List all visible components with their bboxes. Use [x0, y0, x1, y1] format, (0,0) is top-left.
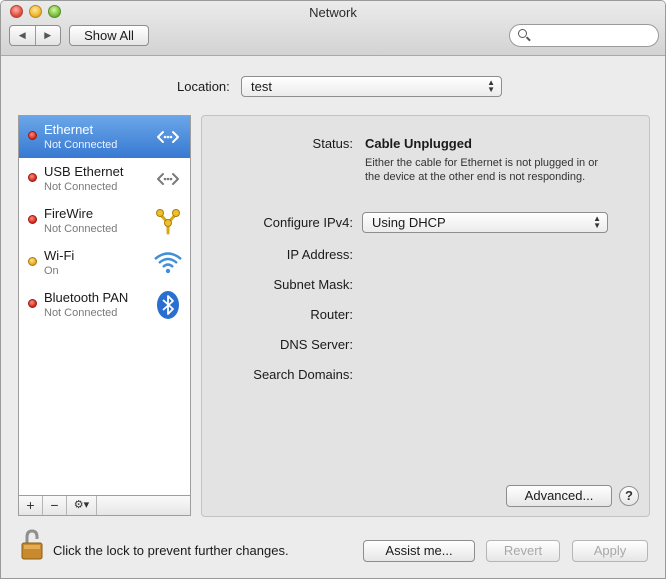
status-value: Cable Unplugged — [365, 136, 472, 151]
forward-icon[interactable]: ▶ — [36, 26, 61, 45]
configure-ipv4-value: Using DHCP — [372, 215, 446, 230]
status-dot-red — [28, 215, 37, 224]
firewire-icon — [152, 205, 184, 237]
service-status: Not Connected — [44, 139, 118, 151]
help-button[interactable]: ? — [619, 486, 639, 506]
service-name: Wi-Fi — [44, 248, 75, 263]
service-item-ethernet[interactable]: Ethernet Not Connected — [19, 116, 190, 158]
status-dot-red — [28, 173, 37, 182]
service-name: FireWire — [44, 206, 94, 221]
show-all-button[interactable]: Show All — [69, 25, 149, 46]
configure-ipv4-label: Configure IPv4: — [263, 215, 353, 230]
lock-message: Click the lock to prevent further change… — [53, 543, 289, 558]
service-item-usb-ethernet[interactable]: USB Ethernet Not Connected — [19, 158, 190, 200]
window-title: Network — [309, 5, 357, 20]
bluetooth-icon — [152, 289, 184, 321]
location-label: Location: — [177, 79, 230, 94]
service-item-firewire[interactable]: FireWire Not Connected — [19, 200, 190, 242]
location-value: test — [251, 79, 272, 94]
status-dot-red — [28, 299, 37, 308]
ethernet-icon — [152, 121, 184, 153]
dns-server-label: DNS Server: — [280, 337, 353, 352]
subnet-mask-label: Subnet Mask: — [273, 277, 354, 292]
search-domains-label: Search Domains: — [253, 367, 353, 382]
router-label: Router: — [310, 307, 353, 322]
popup-arrows-icon: ▲ ▼ — [487, 78, 495, 94]
network-window: Network ◀ ▶ Show All Location: test ▲ ▼ E… — [0, 0, 666, 579]
service-name: Ethernet — [44, 122, 94, 137]
service-list-toolbar: + − ⚙▾ — [18, 496, 191, 516]
assist-me-button[interactable]: Assist me... — [363, 540, 475, 562]
add-service-button[interactable]: + — [19, 496, 43, 515]
usb-ethernet-icon — [152, 163, 184, 195]
service-status: Not Connected — [44, 223, 118, 235]
service-name: Bluetooth PAN — [44, 290, 129, 305]
search-icon — [518, 29, 527, 38]
configure-ipv4-popup[interactable]: Using DHCP ▲ ▼ — [362, 212, 608, 233]
service-item-wifi[interactable]: Wi-Fi On — [19, 242, 190, 284]
wifi-icon — [152, 247, 184, 279]
back-icon[interactable]: ◀ — [10, 26, 36, 45]
remove-service-button[interactable]: − — [43, 496, 67, 515]
ip-address-label: IP Address: — [286, 247, 353, 262]
revert-button[interactable]: Revert — [486, 540, 560, 562]
status-label: Status: — [312, 136, 353, 151]
service-status: On — [44, 265, 59, 277]
service-item-bluetooth-pan[interactable]: Bluetooth PAN Not Connected — [19, 284, 190, 326]
back-forward-control: ◀ ▶ — [9, 25, 61, 46]
lock-icon[interactable] — [19, 529, 45, 561]
service-status: Not Connected — [44, 181, 118, 193]
location-popup[interactable]: test ▲ ▼ — [241, 76, 502, 97]
search-field[interactable] — [509, 24, 659, 47]
status-dot-red — [28, 131, 37, 140]
status-description: Either the cable for Ethernet is not plu… — [365, 157, 598, 183]
advanced-button[interactable]: Advanced... — [506, 485, 612, 507]
title-bar: Network ◀ ▶ Show All — [1, 1, 665, 56]
status-dot-yellow — [28, 257, 37, 266]
apply-button[interactable]: Apply — [572, 540, 648, 562]
service-status: Not Connected — [44, 307, 118, 319]
service-name: USB Ethernet — [44, 164, 124, 179]
service-list: Ethernet Not Connected USB Ethernet Not … — [18, 115, 191, 496]
gear-icon[interactable]: ⚙▾ — [67, 496, 97, 515]
popup-arrows-icon: ▲ ▼ — [593, 214, 601, 230]
